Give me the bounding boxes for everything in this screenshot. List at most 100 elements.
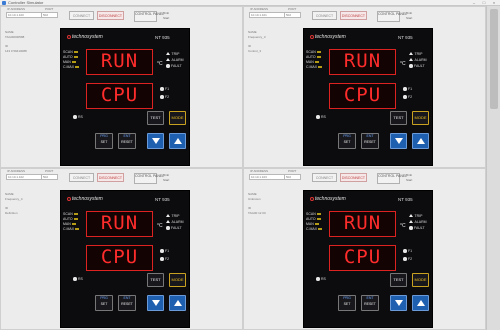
name-value: TAG00000588 <box>5 35 25 39</box>
down-arrow-button[interactable] <box>147 295 164 311</box>
id-value: TAG00 12 00 <box>248 211 266 215</box>
status-text-2: Start <box>406 178 413 182</box>
prg-set-button[interactable]: PRG SET <box>338 133 356 149</box>
name-value: Frequency_4 <box>5 197 23 201</box>
display-bottom: CPU <box>329 83 396 109</box>
arrow-up-icon <box>173 138 182 144</box>
test-button[interactable]: TEST <box>147 273 164 287</box>
up-arrow-button[interactable] <box>412 133 429 149</box>
down-arrow-button[interactable] <box>390 295 407 311</box>
reset-label: RESET <box>121 140 133 144</box>
ip-address-label: IP ADDRESS <box>250 169 268 173</box>
controller-faceplate: technosystem NT 935 SCAN AUTO MAN C.MAX … <box>303 28 433 166</box>
up-arrow-button[interactable] <box>412 295 429 311</box>
ip-address-label: IP ADDRESS <box>7 7 25 11</box>
ent-reset-button[interactable]: ENT RESET <box>118 295 136 311</box>
test-button[interactable]: TEST <box>390 111 407 125</box>
up-arrow-button[interactable] <box>169 133 186 149</box>
set-label: SET <box>100 140 108 144</box>
unit-label: °C <box>157 61 163 67</box>
id-label: ID <box>5 206 8 210</box>
arrow-down-icon <box>151 138 160 144</box>
disconnect-button[interactable]: DISCONNECT <box>340 173 367 182</box>
fault-label: FAULT <box>414 64 425 68</box>
port-field[interactable]: 502 <box>284 174 301 180</box>
control-panel-button[interactable]: CONTROL PANEL <box>134 11 164 22</box>
brand-swirl-icon <box>310 35 314 39</box>
mode-button[interactable]: MODE <box>169 111 186 125</box>
id-value: 143 0 59410088 <box>5 49 27 53</box>
indicator-label: SCAN <box>63 50 73 54</box>
indicator-led <box>318 227 323 230</box>
indicator-auto: AUTO <box>63 217 78 221</box>
name-value: Frequency_3 <box>248 35 266 39</box>
connect-button[interactable]: CONNECT <box>312 11 337 20</box>
model-label: NT 935 <box>155 197 170 202</box>
test-button[interactable]: TEST <box>147 111 164 125</box>
trip-indicator: TRIP <box>409 214 422 218</box>
brand-name: technosystem <box>72 196 103 202</box>
indicator-label: MAN <box>63 60 71 64</box>
fault-indicator: FAULT <box>166 226 182 230</box>
display-top: RUN <box>329 211 396 237</box>
disconnect-button[interactable]: DISCONNECT <box>340 11 367 20</box>
ent-reset-button[interactable]: ENT RESET <box>118 133 136 149</box>
f1-label: F1 <box>408 87 413 91</box>
mode-button[interactable]: MODE <box>169 273 186 287</box>
control-panel-button[interactable]: CONTROL PANEL <box>134 173 164 184</box>
alarm-label: ALARM <box>171 220 184 224</box>
prg-set-button[interactable]: PRG SET <box>338 295 356 311</box>
name-value: Unknown <box>248 197 261 201</box>
port-field[interactable]: 502 <box>284 12 301 18</box>
scrollbar-thumb[interactable] <box>490 9 498 109</box>
f2-indicator: F2 <box>403 257 412 261</box>
prg-set-button[interactable]: PRG SET <box>95 295 113 311</box>
unit-label: °C <box>157 223 163 229</box>
indicator-man: MAN <box>306 60 319 64</box>
alarm-triangle-icon <box>409 220 413 223</box>
up-arrow-button[interactable] <box>169 295 186 311</box>
test-button[interactable]: TEST <box>390 273 407 287</box>
down-arrow-button[interactable] <box>390 133 407 149</box>
id-label: ID <box>248 206 251 210</box>
ent-reset-button[interactable]: ENT RESET <box>361 133 379 149</box>
indicator-label: C.MAX <box>306 65 318 69</box>
down-arrow-button[interactable] <box>147 133 164 149</box>
trip-triangle-icon <box>166 214 170 217</box>
f2-label: F2 <box>165 257 170 261</box>
port-field[interactable]: 502 <box>41 12 58 18</box>
disconnect-button[interactable]: DISCONNECT <box>97 173 124 182</box>
model-label: NT 935 <box>398 197 413 202</box>
trip-triangle-icon <box>409 214 413 217</box>
f2-label: F2 <box>408 257 413 261</box>
trip-label: TRIP <box>414 214 423 218</box>
control-panel-button[interactable]: CONTROL PANEL <box>377 173 407 184</box>
disconnect-button[interactable]: DISCONNECT <box>97 11 124 20</box>
f1-dot-icon <box>403 249 407 253</box>
indicator-scan: SCAN <box>306 212 321 216</box>
fault-dot-icon <box>409 226 413 230</box>
reset-label: RESET <box>121 302 133 306</box>
prg-set-button[interactable]: PRG SET <box>95 133 113 149</box>
display-top: RUN <box>86 49 153 75</box>
port-field[interactable]: 502 <box>41 174 58 180</box>
control-panel-button[interactable]: CONTROL PANEL <box>377 11 407 22</box>
ent-reset-button[interactable]: ENT RESET <box>361 295 379 311</box>
connect-button[interactable]: CONNECT <box>69 173 94 182</box>
display-top: RUN <box>86 211 153 237</box>
fault-label: FAULT <box>414 226 425 230</box>
rs-label: RS <box>321 277 326 281</box>
indicator-scan: SCAN <box>306 50 321 54</box>
indicator-led <box>73 55 78 58</box>
connect-button[interactable]: CONNECT <box>312 173 337 182</box>
name-label: NAME <box>248 30 257 34</box>
mode-button[interactable]: MODE <box>412 111 429 125</box>
indicator-led <box>75 65 80 68</box>
f1-label: F1 <box>408 249 413 253</box>
mode-button[interactable]: MODE <box>412 273 429 287</box>
indicator-led <box>75 227 80 230</box>
connect-button[interactable]: CONNECT <box>69 11 94 20</box>
f2-label: F2 <box>165 95 170 99</box>
vertical-scrollbar[interactable] <box>486 6 500 330</box>
rs-dot-icon <box>316 115 320 119</box>
